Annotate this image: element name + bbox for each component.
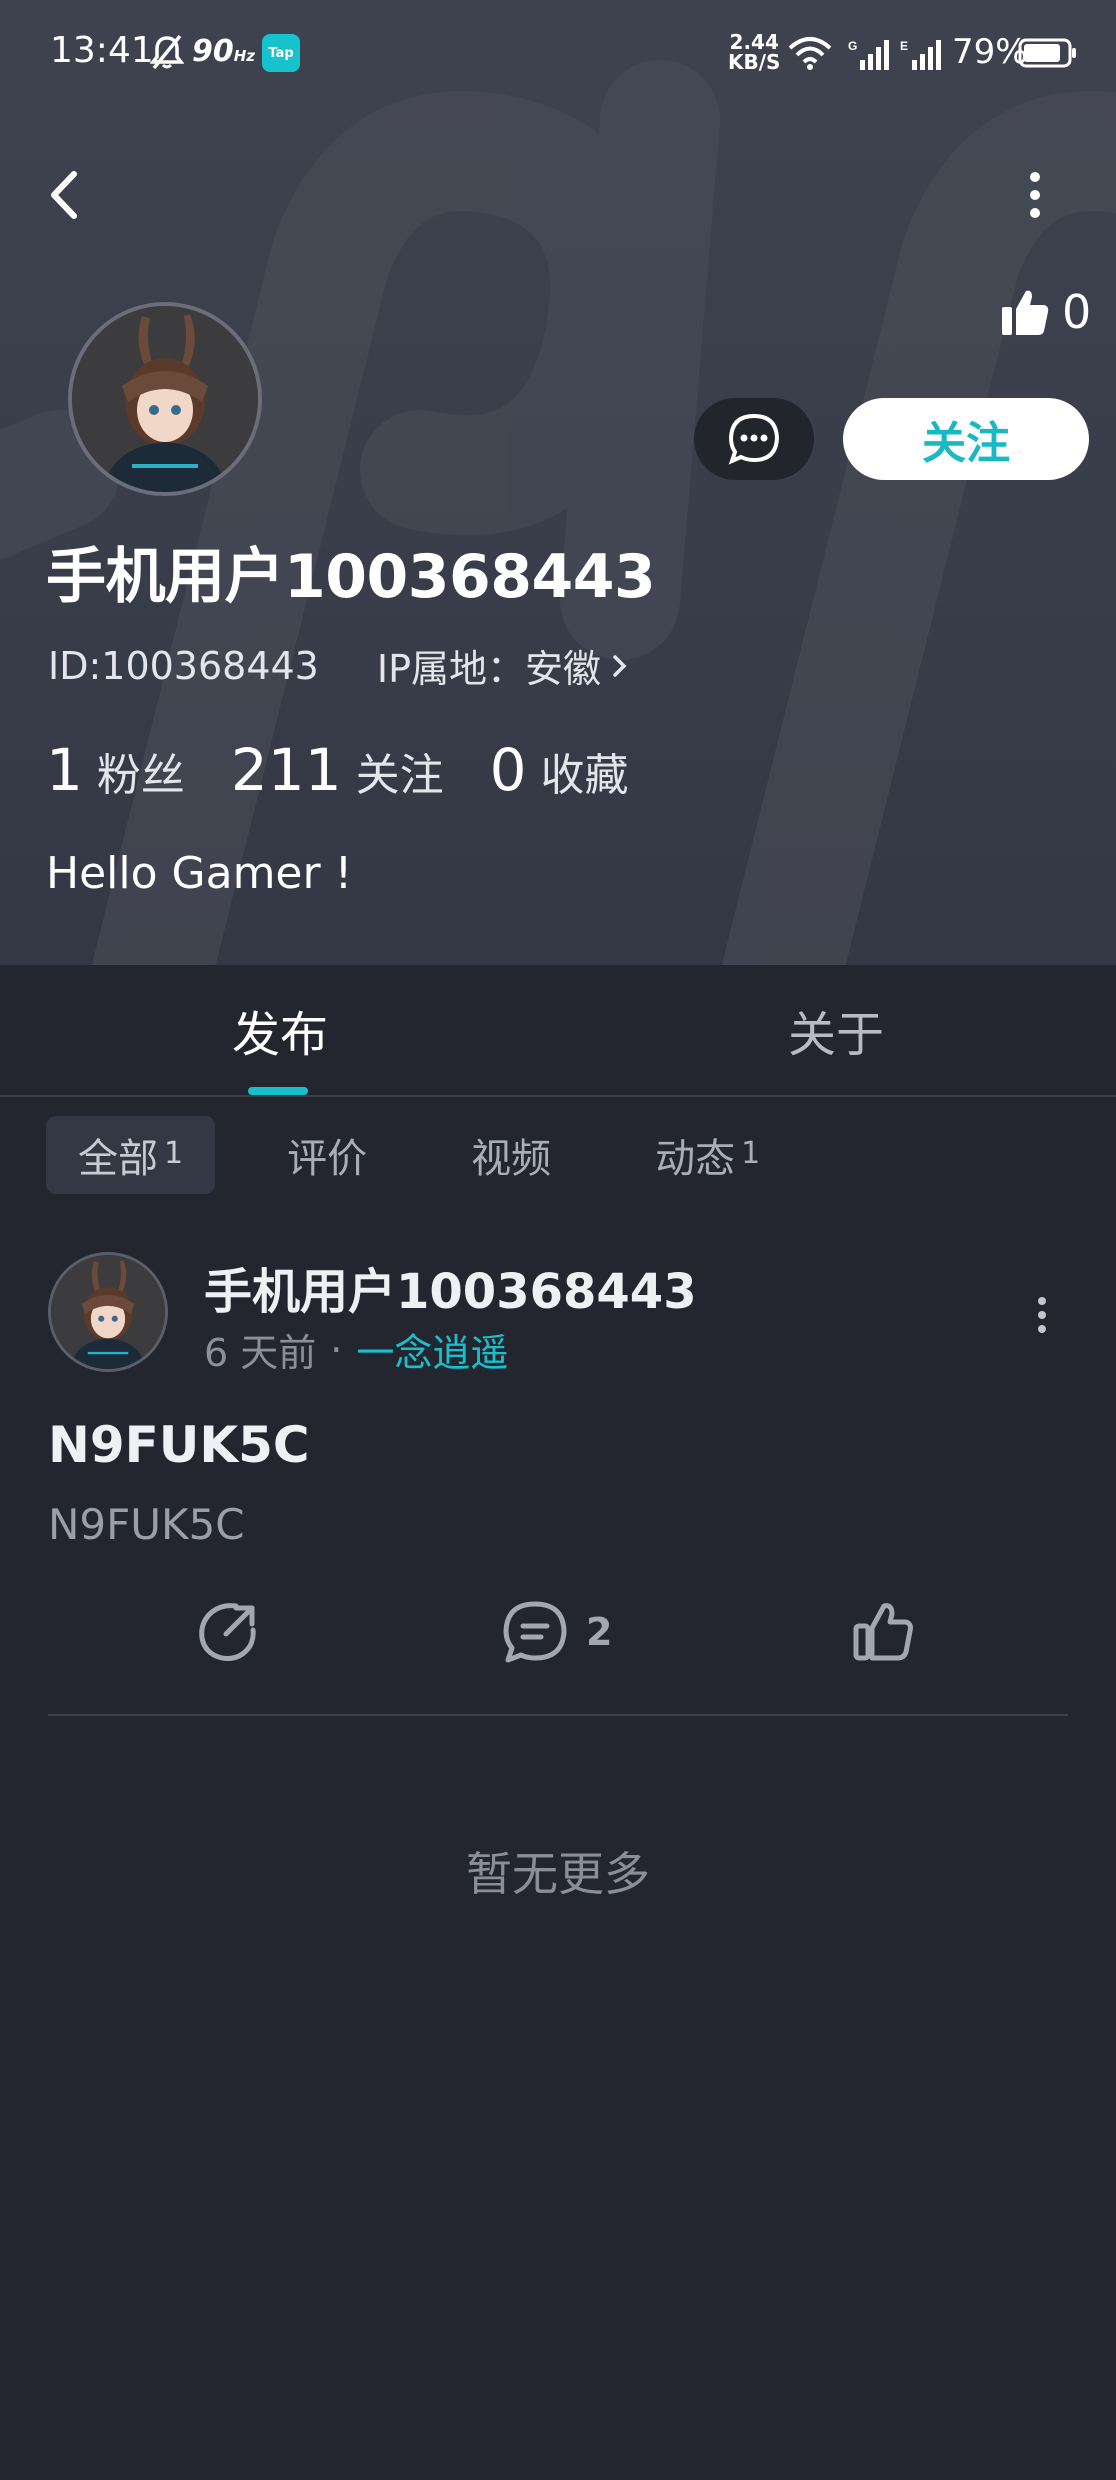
status-bar: 13:41 90Hz Tap 2.44 KB/S G E 79% bbox=[0, 0, 1116, 110]
filter-moments-count: 1 bbox=[741, 1135, 761, 1171]
message-button[interactable] bbox=[694, 398, 814, 480]
profile-stats: 1 粉丝 211 关注 0 收藏 bbox=[46, 736, 629, 804]
battery-icon bbox=[1018, 38, 1078, 72]
filter-review[interactable]: 评价 bbox=[255, 1116, 399, 1194]
thumbs-up-icon bbox=[853, 1603, 913, 1661]
wifi-icon bbox=[788, 36, 832, 74]
favorites-count: 0 bbox=[489, 736, 527, 804]
svg-text:E: E bbox=[900, 39, 908, 53]
followers-stat[interactable]: 1 粉丝 bbox=[46, 736, 185, 804]
post-author-name[interactable]: 手机用户100368443 bbox=[204, 1252, 697, 1322]
avatar-image bbox=[72, 306, 258, 492]
post-like-button[interactable] bbox=[852, 1600, 916, 1664]
more-vertical-icon bbox=[1038, 1297, 1046, 1333]
network-speed: 2.44 KB/S bbox=[728, 32, 780, 72]
refresh-rate-indicator: 90Hz bbox=[192, 34, 255, 69]
followers-label: 粉丝 bbox=[96, 750, 185, 801]
post-author-avatar[interactable] bbox=[48, 1252, 168, 1372]
battery-percent: 79% bbox=[952, 32, 1028, 72]
post-title[interactable]: N9FUK5C bbox=[48, 1416, 310, 1474]
back-button[interactable] bbox=[40, 160, 90, 230]
post-meta: 6 天前 · 一念逍遥 bbox=[204, 1322, 508, 1377]
filter-moments-label: 动态 bbox=[655, 1136, 736, 1182]
like-count: 0 bbox=[1062, 285, 1092, 339]
profile-bio: Hello Gamer ! bbox=[46, 848, 353, 899]
avatar-image bbox=[51, 1255, 165, 1369]
following-label: 关注 bbox=[355, 750, 444, 801]
tap-app-icon: Tap bbox=[262, 34, 300, 72]
share-button[interactable] bbox=[196, 1600, 260, 1664]
refresh-rate-unit: Hz bbox=[233, 47, 256, 65]
meta-separator: · bbox=[330, 1327, 343, 1372]
network-speed-unit: KB/S bbox=[728, 50, 781, 74]
network-speed-value: 2.44 bbox=[729, 30, 779, 54]
following-stat[interactable]: 211 关注 bbox=[231, 736, 444, 804]
comment-icon bbox=[503, 1601, 567, 1663]
chat-bubble-icon bbox=[728, 413, 780, 465]
post-body[interactable]: N9FUK5C bbox=[48, 1500, 245, 1549]
post-more-button[interactable] bbox=[1030, 1290, 1054, 1340]
filter-all-count: 1 bbox=[164, 1135, 184, 1171]
ip-location: IP属地：安徽 bbox=[376, 647, 601, 691]
mute-icon bbox=[149, 34, 185, 74]
back-icon bbox=[51, 171, 77, 219]
filter-video[interactable]: 视频 bbox=[439, 1116, 583, 1194]
filter-all[interactable]: 全部 1 bbox=[46, 1116, 216, 1194]
tab-publish[interactable]: 发布 bbox=[232, 995, 328, 1065]
comment-button[interactable]: 2 bbox=[502, 1600, 612, 1664]
active-tab-indicator bbox=[248, 1087, 308, 1095]
no-more-content: 暂无更多 bbox=[466, 1847, 650, 1901]
more-vertical-icon bbox=[1030, 172, 1040, 218]
filter-review-label: 评价 bbox=[287, 1136, 368, 1182]
profile-avatar[interactable] bbox=[68, 302, 262, 496]
favorites-label: 收藏 bbox=[540, 750, 629, 801]
user-id: ID:100368443 bbox=[48, 643, 319, 688]
follow-button[interactable]: 关注 bbox=[843, 398, 1089, 480]
more-options-button[interactable] bbox=[1020, 165, 1050, 225]
profile-id-line: ID:100368443 IP属地：安徽 bbox=[48, 638, 629, 693]
comment-count: 2 bbox=[586, 1610, 613, 1654]
profile-tabs: 发布 关于 bbox=[0, 965, 1116, 1097]
favorites-stat[interactable]: 0 收藏 bbox=[490, 736, 629, 804]
thumbs-up-icon bbox=[1002, 290, 1049, 335]
filter-video-label: 视频 bbox=[471, 1136, 552, 1182]
content-filter-chips: 全部 1 评价 视频 动态 1 bbox=[46, 1116, 792, 1194]
post-game-link[interactable]: 一念逍遥 bbox=[356, 1322, 508, 1377]
refresh-rate-value: 90 bbox=[192, 34, 234, 69]
profile-header: 13:41 90Hz Tap 2.44 KB/S G E 79% 0 关注 手机… bbox=[0, 0, 1116, 965]
post-time: 6 天前 bbox=[204, 1331, 317, 1375]
tab-about[interactable]: 关于 bbox=[788, 995, 884, 1065]
svg-text:G: G bbox=[848, 39, 857, 53]
following-count: 211 bbox=[230, 736, 342, 804]
status-time: 13:41 bbox=[50, 30, 154, 71]
chevron-right-icon bbox=[613, 654, 627, 677]
filter-all-label: 全部 bbox=[78, 1136, 158, 1182]
profile-username: 手机用户100368443 bbox=[46, 542, 656, 612]
profile-like-counter: 0 bbox=[1000, 285, 1091, 339]
share-icon bbox=[199, 1603, 256, 1661]
followers-count: 1 bbox=[46, 736, 83, 804]
filter-moments[interactable]: 动态 1 bbox=[623, 1116, 792, 1194]
post-divider bbox=[48, 1714, 1068, 1716]
signal-icon-sim1: G bbox=[848, 38, 890, 74]
ip-location-link[interactable]: IP属地：安徽 bbox=[377, 638, 629, 693]
signal-icon-sim2: E bbox=[900, 38, 942, 74]
